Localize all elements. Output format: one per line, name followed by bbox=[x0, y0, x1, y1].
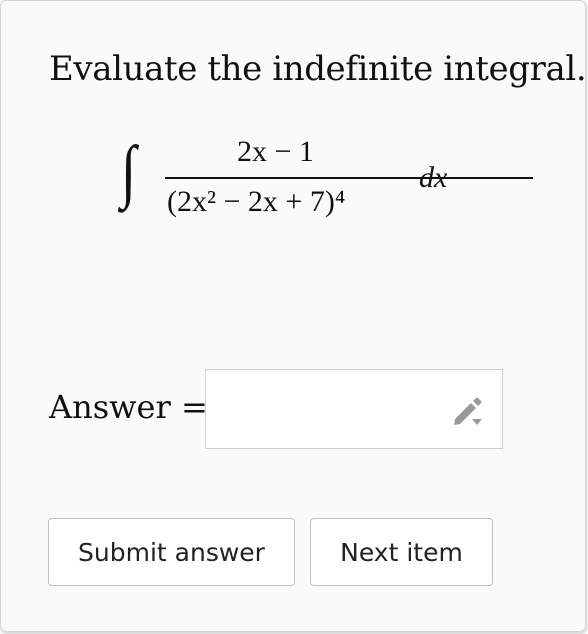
answer-label: Answer = bbox=[49, 388, 208, 426]
question-prompt: Evaluate the indefinite integral. bbox=[49, 49, 587, 89]
integral-sign: ∫ bbox=[120, 133, 137, 210]
fraction-bar bbox=[165, 177, 533, 179]
integral-expression: ∫ 2x − 1 (2x² − 2x + 7)⁴ dx bbox=[119, 131, 533, 231]
submit-answer-button[interactable]: Submit answer bbox=[48, 518, 295, 586]
question-card: Evaluate the indefinite integral. ∫ 2x −… bbox=[0, 0, 587, 632]
integral-denominator: (2x² − 2x + 7)⁴ bbox=[167, 185, 346, 218]
answer-field[interactable] bbox=[205, 369, 503, 449]
integral-numerator: 2x − 1 bbox=[237, 135, 314, 168]
integral-differential: dx bbox=[419, 161, 448, 194]
next-item-button[interactable]: Next item bbox=[310, 518, 493, 586]
pencil-icon[interactable] bbox=[450, 394, 484, 428]
